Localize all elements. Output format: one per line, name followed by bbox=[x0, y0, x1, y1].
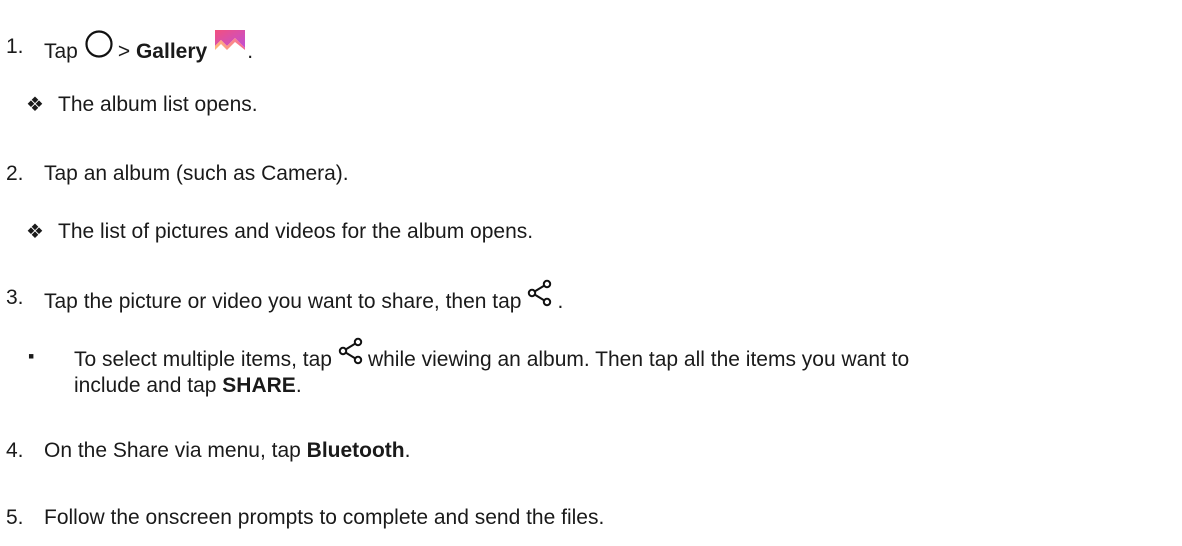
gallery-app-icon bbox=[213, 28, 247, 65]
share-icon bbox=[527, 279, 555, 314]
note-end-punct: . bbox=[295, 374, 302, 397]
diamond-bullet-icon: ❖ bbox=[26, 94, 44, 116]
note-line-2: include and tap SHARE. bbox=[74, 373, 302, 399]
step-text: Tap an album (such as Camera). bbox=[44, 162, 349, 185]
home-circle-icon bbox=[84, 29, 114, 66]
step-text: On the Share via menu, tap bbox=[44, 439, 307, 462]
step-end-punct: . bbox=[247, 40, 254, 64]
result-text: The list of pictures and videos for the … bbox=[58, 220, 534, 243]
step-end-punct: . bbox=[404, 439, 411, 462]
step-number: 5. bbox=[6, 506, 24, 529]
bluetooth-label: Bluetooth bbox=[306, 439, 405, 462]
step-text: Tap the picture or video you want to sha… bbox=[44, 290, 522, 314]
separator: > bbox=[117, 40, 131, 64]
note-text: while viewing an album. Then tap all the… bbox=[367, 348, 910, 372]
step-text: Follow the onscreen prompts to complete … bbox=[44, 506, 605, 529]
share-icon bbox=[338, 337, 366, 372]
step-text: Tap bbox=[44, 40, 78, 64]
share-label: SHARE bbox=[222, 374, 296, 397]
gallery-label: Gallery bbox=[135, 40, 208, 64]
step-number: 4. bbox=[6, 439, 24, 462]
step-number: 3. bbox=[6, 286, 24, 309]
step-number: 2. bbox=[6, 162, 24, 185]
step-end-punct: . bbox=[557, 290, 564, 314]
square-bullet-icon: ▪ bbox=[28, 346, 35, 366]
result-text: The album list opens. bbox=[58, 93, 258, 116]
diamond-bullet-icon: ❖ bbox=[26, 221, 44, 243]
note-text: To select multiple items, tap bbox=[74, 348, 332, 372]
note-text: include and tap bbox=[74, 374, 223, 397]
step-number: 1. bbox=[6, 35, 24, 58]
